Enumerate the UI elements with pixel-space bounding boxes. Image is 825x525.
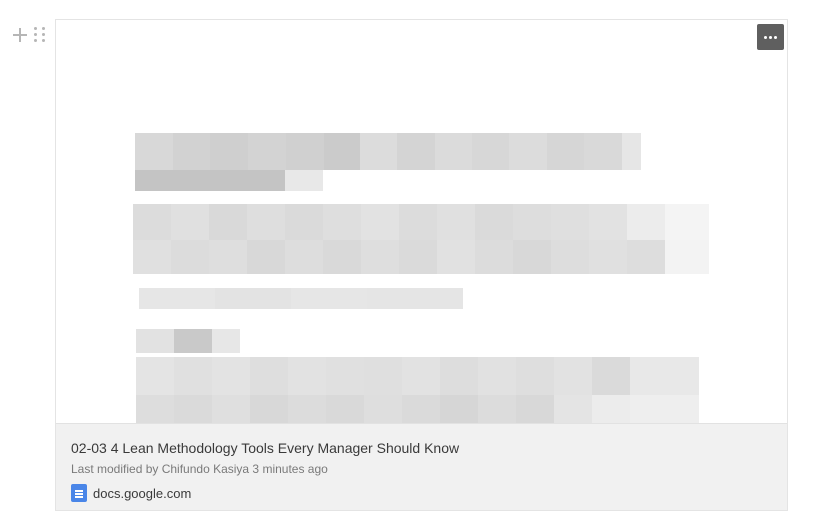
blurred-preview-line — [139, 288, 463, 309]
google-docs-icon — [71, 484, 87, 502]
block-handle — [12, 26, 46, 43]
document-title[interactable]: 02-03 4 Lean Methodology Tools Every Man… — [71, 440, 459, 456]
blurred-preview-line — [133, 240, 709, 274]
embed-footer[interactable]: 02-03 4 Lean Methodology Tools Every Man… — [56, 423, 787, 510]
google-doc-embed-card[interactable]: 02-03 4 Lean Methodology Tools Every Man… — [55, 19, 788, 511]
blurred-preview-line — [133, 204, 709, 240]
blurred-preview-line — [136, 357, 699, 395]
drag-handle-icon[interactable] — [34, 26, 46, 43]
embed-page: 02-03 4 Lean Methodology Tools Every Man… — [0, 0, 825, 525]
blurred-preview-line — [135, 133, 641, 170]
blurred-preview-line — [136, 395, 699, 423]
last-modified-text: Last modified by Chifundo Kasiya 3 minut… — [71, 462, 328, 476]
plus-icon[interactable] — [12, 27, 28, 43]
more-horizontal-icon — [764, 35, 767, 39]
blurred-preview-line — [136, 329, 240, 353]
blurred-preview-line — [135, 170, 323, 191]
document-preview[interactable] — [56, 20, 787, 423]
source-link[interactable]: docs.google.com — [71, 484, 191, 502]
source-domain: docs.google.com — [93, 485, 192, 501]
more-options-button[interactable] — [757, 24, 784, 50]
